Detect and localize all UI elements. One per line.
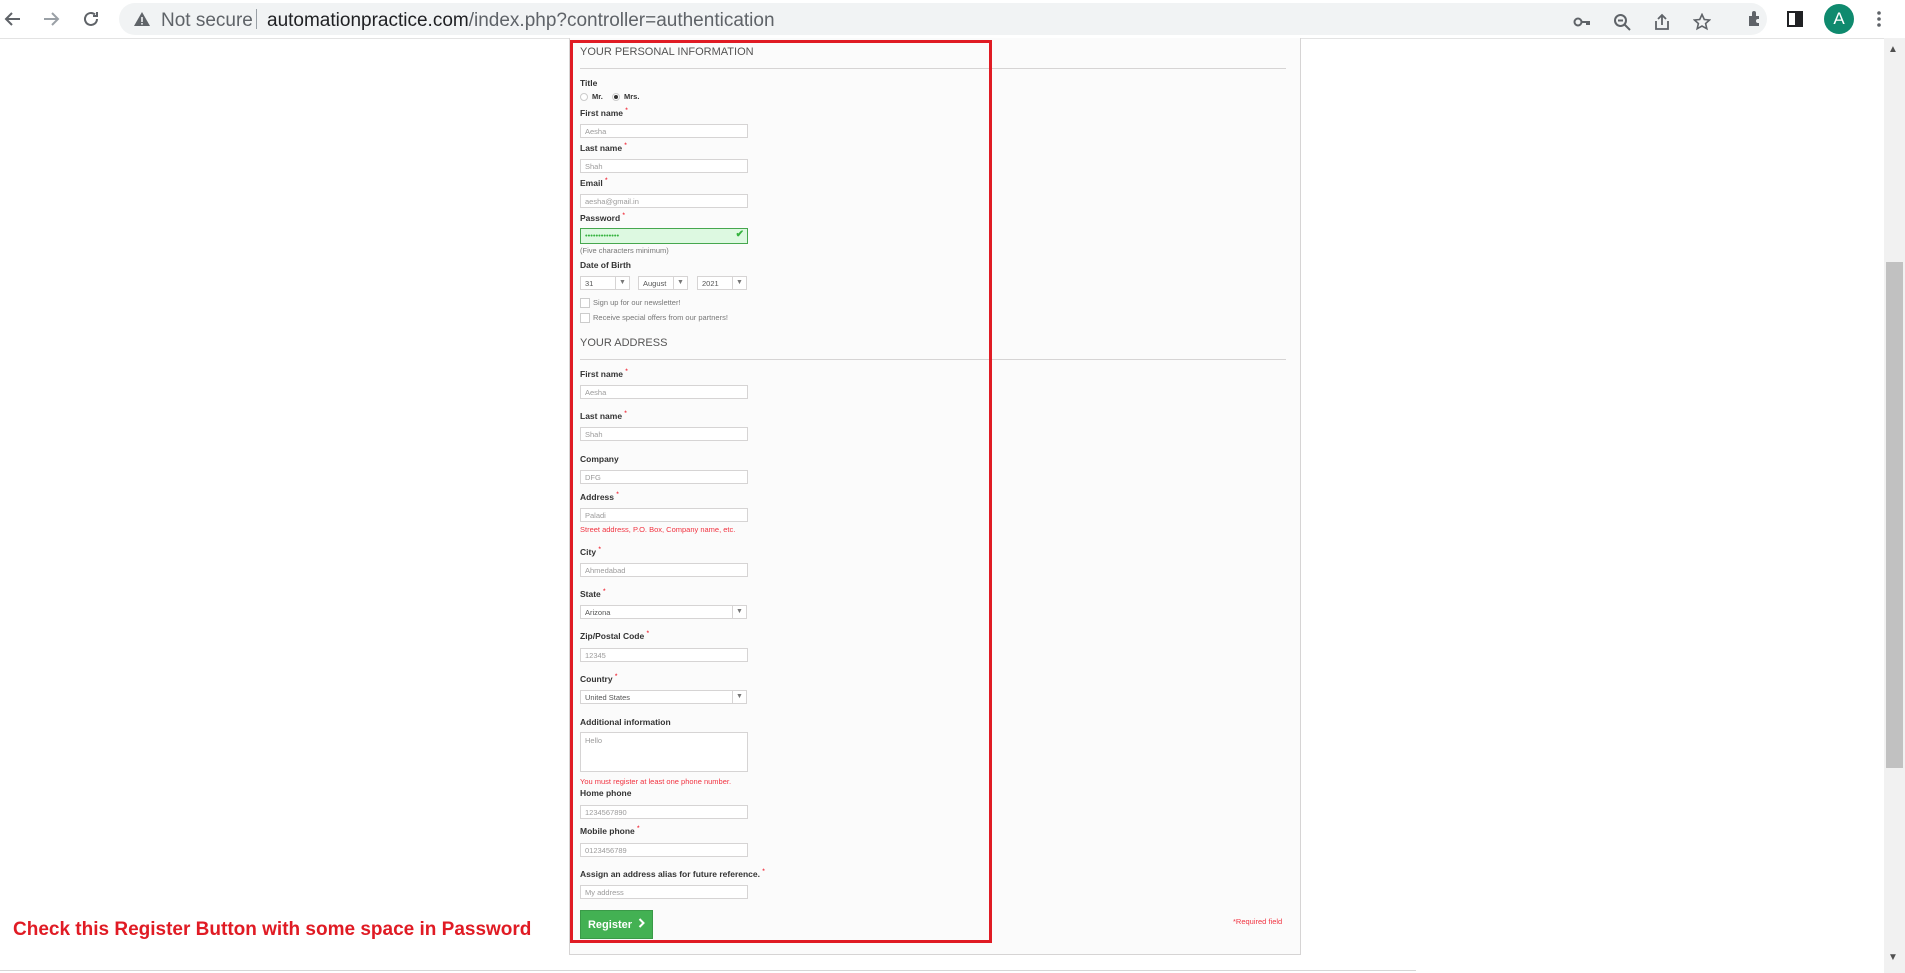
back-arrow-icon[interactable]	[0, 6, 26, 32]
scrollbar-thumb[interactable]	[1886, 262, 1903, 768]
side-panel-icon[interactable]	[1782, 6, 1808, 32]
key-icon[interactable]	[1569, 9, 1595, 35]
kebab-menu-icon[interactable]	[1866, 6, 1892, 32]
highlight-box	[570, 40, 992, 943]
url-text[interactable]: automationpractice.com/index.php?control…	[267, 10, 775, 32]
omnibox-divider	[256, 9, 257, 29]
scroll-up-arrow-icon[interactable]: ▲	[1888, 44, 1898, 55]
avatar[interactable]: A	[1824, 4, 1854, 34]
security-label[interactable]: Not secure	[161, 10, 253, 32]
browser-toolbar: Not secure automationpractice.com/index.…	[0, 0, 1905, 39]
annotation-text: Check this Register Button with some spa…	[13, 919, 532, 940]
address-bar[interactable]: Not secure automationpractice.com/index.…	[119, 3, 1767, 35]
url-path: /index.php?controller=authentication	[468, 10, 775, 31]
forward-arrow-icon[interactable]	[38, 6, 64, 32]
url-host: automationpractice.com	[267, 10, 469, 31]
share-icon[interactable]	[1649, 9, 1675, 35]
warning-icon	[133, 10, 151, 33]
reload-icon[interactable]	[78, 6, 104, 32]
star-icon[interactable]	[1689, 9, 1715, 35]
scroll-down-arrow-icon[interactable]: ▼	[1888, 952, 1898, 963]
zoom-icon[interactable]	[1609, 9, 1635, 35]
required-field-note: *Required field	[1233, 917, 1283, 926]
page-divider	[0, 970, 1416, 971]
extensions-icon[interactable]	[1742, 6, 1768, 32]
